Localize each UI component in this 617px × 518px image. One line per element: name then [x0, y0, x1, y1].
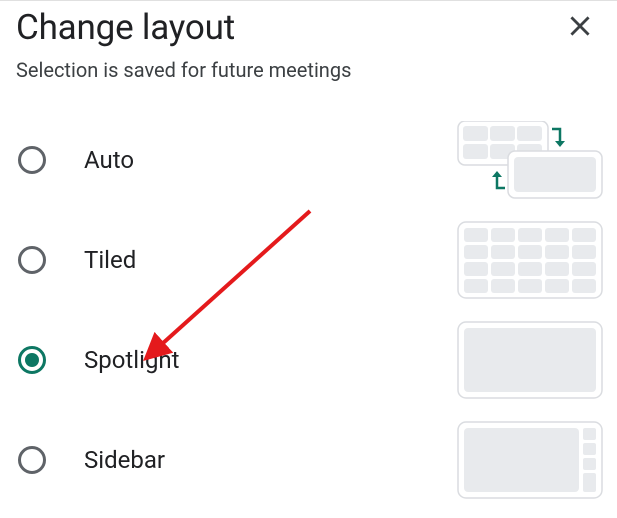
radio-spotlight[interactable] [18, 346, 46, 374]
radio-tiled[interactable] [18, 246, 46, 274]
layout-options: Auto [16, 110, 603, 510]
preview-auto-icon [457, 121, 603, 199]
dialog-title: Change layout [16, 7, 235, 48]
preview-sidebar-icon [457, 421, 603, 499]
radio-auto[interactable] [18, 146, 46, 174]
radio-sidebar[interactable] [18, 446, 46, 474]
layout-option-spotlight[interactable]: Spotlight [16, 310, 603, 410]
layout-option-sidebar[interactable]: Sidebar [16, 410, 603, 510]
option-label-tiled: Tiled [84, 246, 457, 274]
layout-option-auto[interactable]: Auto [16, 110, 603, 210]
option-label-spotlight: Spotlight [84, 346, 457, 374]
layout-option-tiled[interactable]: Tiled [16, 210, 603, 310]
close-button[interactable] [563, 9, 597, 43]
dialog-subtitle: Selection is saved for future meetings [16, 58, 603, 82]
close-icon [567, 13, 593, 39]
dialog-header: Change layout [16, 7, 603, 48]
radio-inner [25, 353, 39, 367]
option-label-sidebar: Sidebar [84, 446, 457, 474]
option-label-auto: Auto [84, 146, 457, 174]
preview-tiled-icon [457, 221, 603, 299]
preview-spotlight-icon [457, 321, 603, 399]
